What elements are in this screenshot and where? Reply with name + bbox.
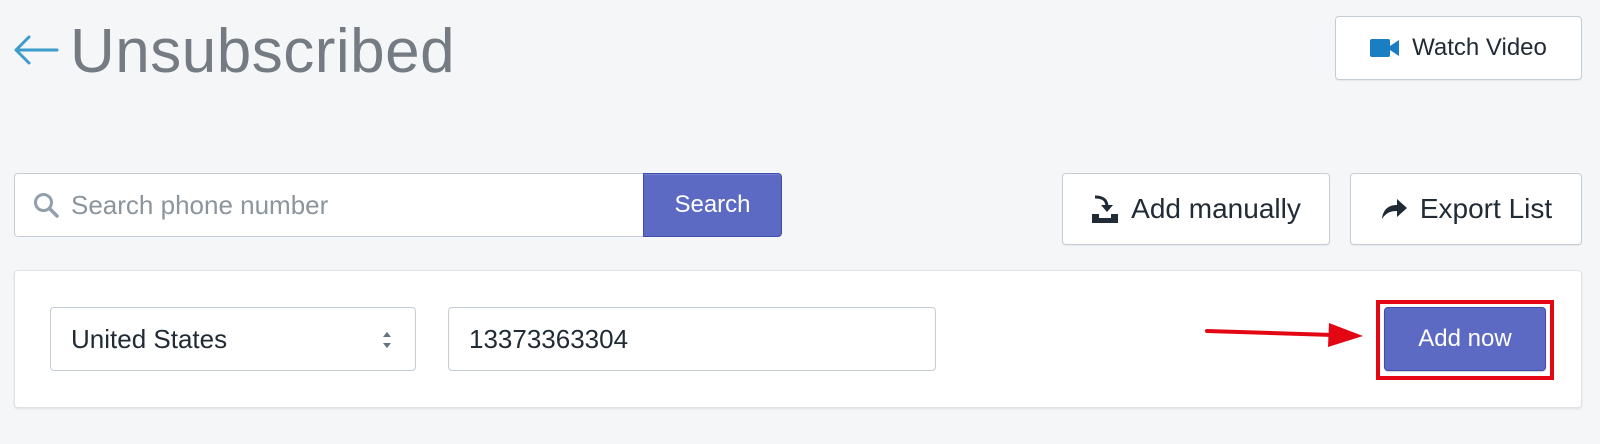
export-list-button[interactable]: Export List bbox=[1350, 173, 1582, 245]
search-button[interactable]: Search bbox=[643, 173, 782, 237]
video-camera-icon bbox=[1370, 39, 1400, 57]
add-manually-button[interactable]: Add manually bbox=[1062, 173, 1330, 245]
watch-video-button[interactable]: Watch Video bbox=[1335, 16, 1582, 80]
add-manually-label: Add manually bbox=[1131, 193, 1301, 224]
search-box bbox=[14, 173, 644, 237]
share-arrow-icon bbox=[1381, 199, 1407, 219]
search-input[interactable] bbox=[71, 174, 644, 236]
arrow-left-icon bbox=[14, 35, 59, 65]
search-icon bbox=[34, 193, 59, 218]
country-select-value: United States bbox=[71, 323, 228, 354]
phone-number-input[interactable] bbox=[448, 307, 936, 371]
add-now-button[interactable]: Add now bbox=[1384, 307, 1546, 371]
page-title: Unsubscribed bbox=[70, 17, 456, 86]
export-list-label: Export List bbox=[1419, 193, 1553, 224]
annotation-arrow-icon bbox=[1205, 323, 1363, 347]
import-tray-icon bbox=[1092, 195, 1119, 223]
country-select[interactable]: United States bbox=[50, 307, 416, 371]
watch-video-label: Watch Video bbox=[1412, 34, 1547, 61]
select-arrows-icon bbox=[383, 332, 391, 348]
back-button[interactable] bbox=[12, 28, 60, 72]
